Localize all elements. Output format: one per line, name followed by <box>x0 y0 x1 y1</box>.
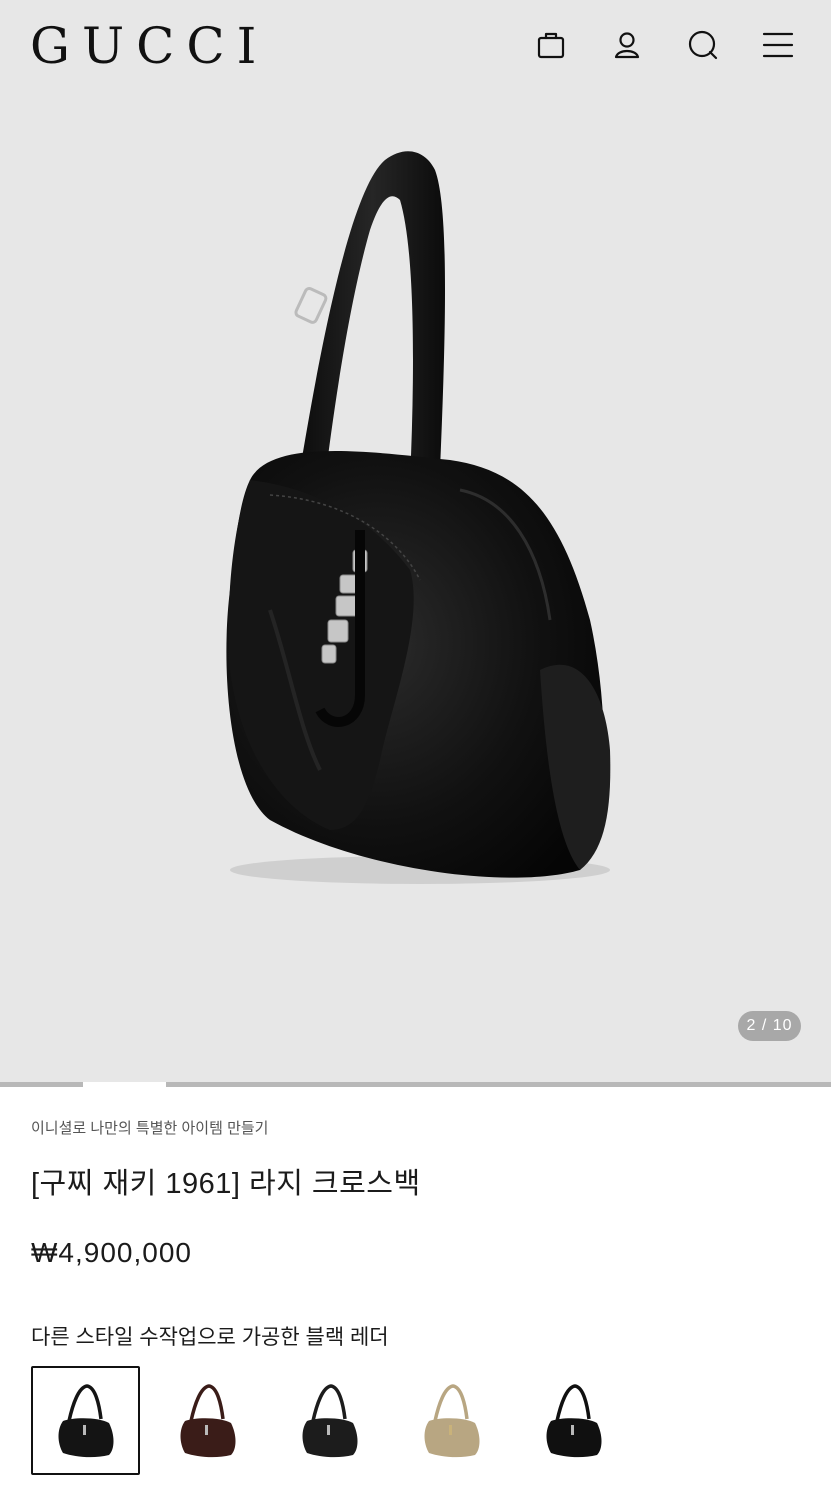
variant-bag-image <box>58 1383 113 1457</box>
variant-selector <box>31 1366 641 1476</box>
variant-thumb-black-leather-2[interactable] <box>275 1366 384 1475</box>
variant-bag-image <box>180 1383 235 1457</box>
product-description: 다른 스타일 수작업으로 가공한 블랙 레더 <box>31 1326 389 1349</box>
variant-bag-image <box>546 1383 601 1457</box>
shopping-bag-icon[interactable] <box>532 26 570 64</box>
personalize-link[interactable]: 이니셜로 나만의 특별한 아이템 만들기 <box>31 1117 268 1138</box>
search-icon[interactable] <box>684 26 722 64</box>
gucci-logo[interactable]: GUCCI <box>30 18 268 74</box>
account-icon[interactable] <box>608 26 646 64</box>
variant-thumb-black-leather[interactable] <box>31 1366 140 1475</box>
menu-icon[interactable] <box>759 26 797 64</box>
product-title: [구찌 재키 1961] 라지 크로스백 <box>31 1168 421 1200</box>
product-image <box>226 151 611 884</box>
gallery-progress-fill <box>83 1082 167 1087</box>
site-header: GUCCI <box>0 0 831 92</box>
image-counter-badge: 2 / 10 <box>738 1011 801 1041</box>
gallery-progress-bar <box>0 1082 831 1087</box>
variant-thumb-black-leather-3[interactable] <box>519 1366 628 1475</box>
image-counter-text: 2 / 10 <box>746 1017 793 1034</box>
product-image-gallery[interactable]: 2 / 10 <box>0 0 831 1082</box>
variant-thumb-dark-brown-leather[interactable] <box>153 1366 262 1475</box>
variant-bag-image <box>302 1383 357 1457</box>
product-price: ₩4,900,000 <box>31 1237 192 1268</box>
variant-bag-image <box>424 1383 479 1457</box>
variant-thumb-beige-gg-canvas[interactable] <box>397 1366 506 1475</box>
